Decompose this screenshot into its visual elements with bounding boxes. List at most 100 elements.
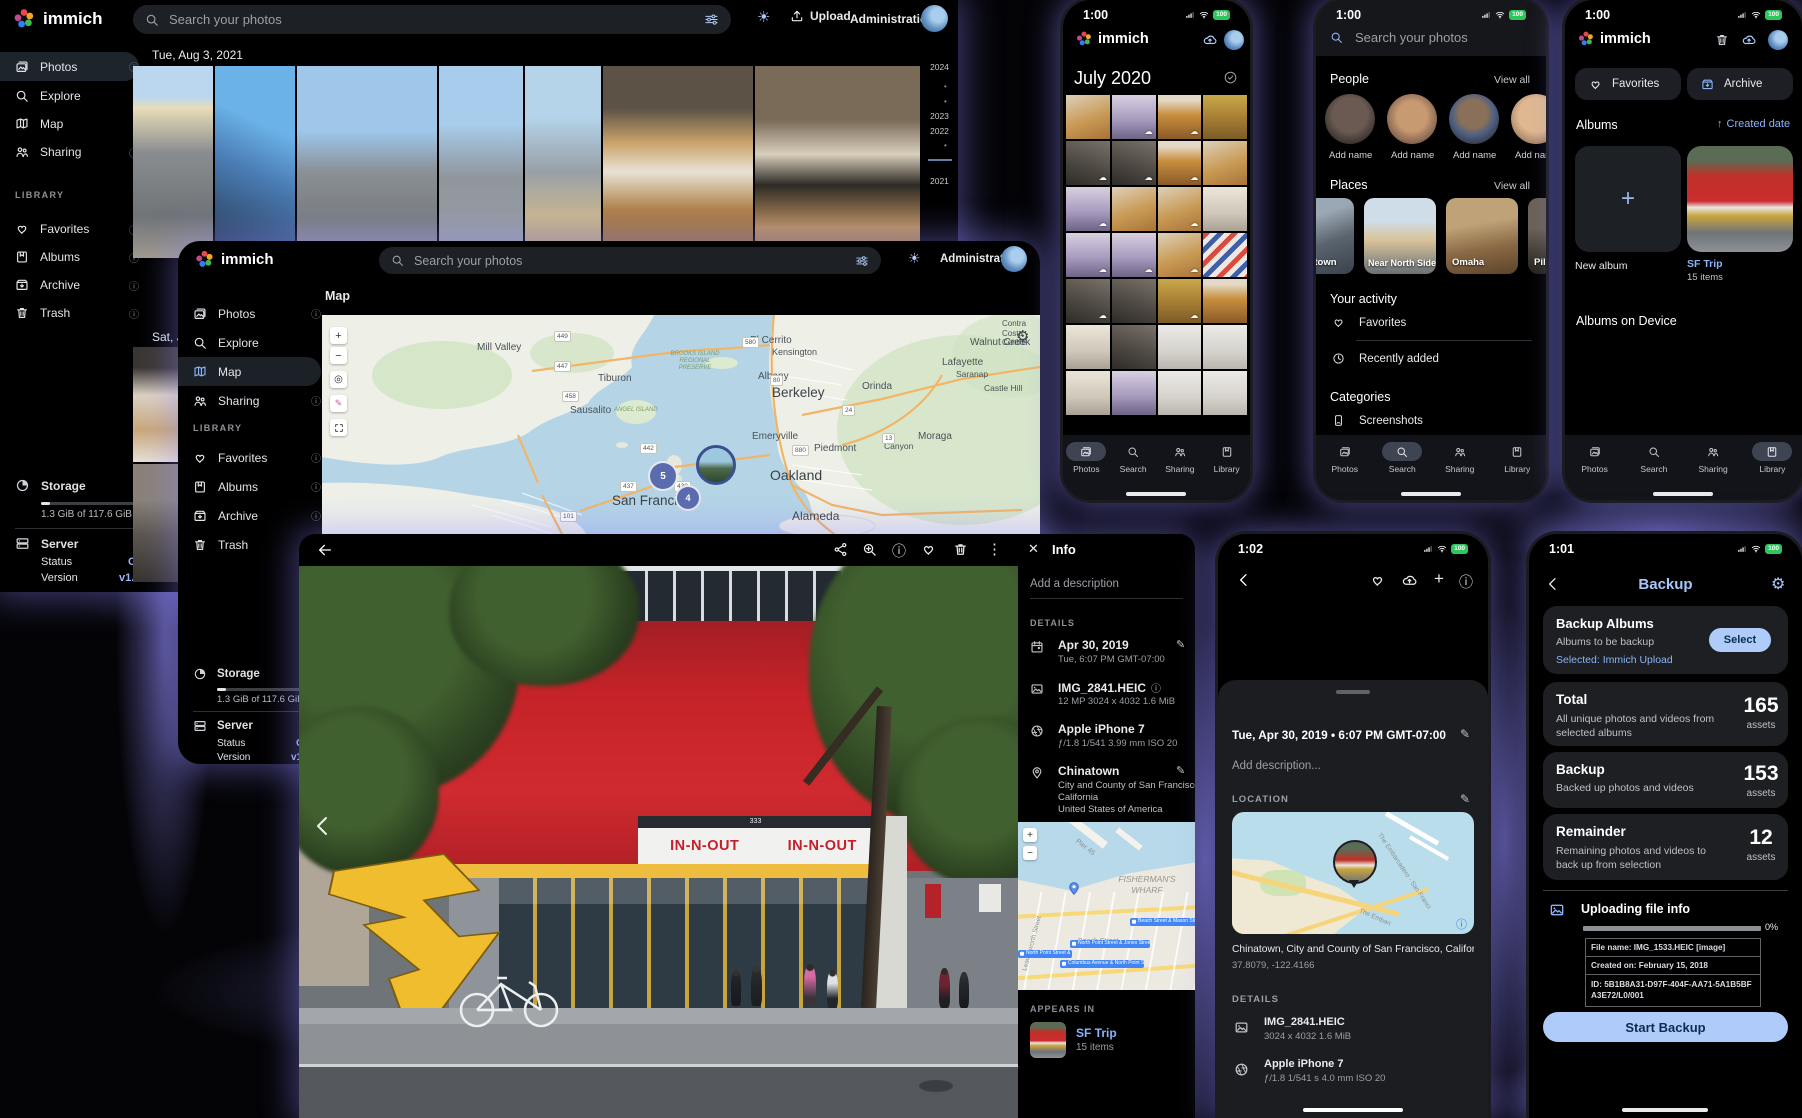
- favorite-heart-icon[interactable]: [921, 542, 936, 557]
- sidebar-item-map[interactable]: Map: [0, 110, 139, 138]
- back-chevron-icon[interactable]: [1236, 572, 1252, 588]
- info-circle-icon[interactable]: ⓘ: [311, 450, 321, 465]
- info-circle-icon[interactable]: ⓘ: [311, 306, 321, 321]
- location-mini-map[interactable]: Pier 45 FISHERMAN'S WHARF Beach Street L…: [1018, 822, 1195, 990]
- photo-thumbnail[interactable]: [755, 66, 920, 258]
- info-circle-icon[interactable]: ⓘ: [129, 278, 139, 293]
- map-photo-marker[interactable]: [696, 445, 736, 485]
- place-card[interactable]: Near North Side: [1364, 198, 1436, 274]
- map-cluster-marker[interactable]: 5: [648, 461, 678, 491]
- photo-thumbnail[interactable]: ☁: [1112, 233, 1156, 277]
- photo-thumbnail[interactable]: [525, 66, 601, 258]
- sidebar-item-explore[interactable]: Explore: [178, 328, 321, 357]
- sync-cloud-icon[interactable]: [1742, 33, 1756, 47]
- sidebar-item-archive[interactable]: Archive ⓘ: [0, 271, 139, 299]
- photo-thumbnail[interactable]: [1203, 279, 1247, 323]
- search-input[interactable]: Search your photos: [379, 247, 881, 274]
- photo-thumbnail[interactable]: ☁: [1158, 233, 1202, 277]
- nav-photos[interactable]: Photos: [1325, 442, 1365, 474]
- sidebar-item-archive[interactable]: Archive ⓘ: [178, 501, 321, 530]
- photo-thumbnail[interactable]: ☁: [1158, 187, 1202, 231]
- trash-icon[interactable]: [1715, 33, 1729, 47]
- photo-thumbnail[interactable]: ☁: [1158, 279, 1202, 323]
- new-album-card[interactable]: +: [1575, 146, 1681, 252]
- recently-added-row[interactable]: Recently added: [1332, 352, 1439, 365]
- photo-thumbnail[interactable]: [1203, 95, 1247, 139]
- album-link[interactable]: SF Trip: [1076, 1026, 1117, 1040]
- file-info-icon[interactable]: ⓘ: [1151, 680, 1161, 695]
- sheet-drag-handle[interactable]: [1336, 690, 1370, 694]
- photo-stage[interactable]: 333 IN-N-OUT IN-N-OUT: [299, 566, 1018, 1118]
- photo-thumbnail[interactable]: ☁: [1066, 279, 1110, 323]
- upload-cloud-icon[interactable]: [1402, 573, 1417, 588]
- nav-search[interactable]: Search: [1382, 442, 1422, 474]
- home-indicator[interactable]: [1622, 1108, 1708, 1112]
- nav-library[interactable]: Library: [1207, 442, 1247, 474]
- info-circle-icon[interactable]: ⓘ: [129, 306, 139, 321]
- sidebar-item-albums[interactable]: Albums ⓘ: [0, 243, 139, 271]
- sidebar-item-favorites[interactable]: Favorites ⓘ: [178, 443, 321, 472]
- home-indicator[interactable]: [1653, 492, 1713, 496]
- add-to-album-icon[interactable]: +: [1434, 569, 1444, 589]
- photo-thumbnail[interactable]: [603, 66, 753, 258]
- place-card[interactable]: Chinatown: [1316, 198, 1354, 274]
- photo-thumbnail[interactable]: ☁: [1066, 187, 1110, 231]
- info-icon[interactable]: ⓘ: [1459, 572, 1473, 592]
- person-avatar[interactable]: [1325, 94, 1375, 144]
- photo-thumbnail[interactable]: [1203, 141, 1247, 185]
- photo-thumbnail[interactable]: [1158, 371, 1202, 415]
- add-name-link[interactable]: Add name: [1515, 150, 1546, 161]
- photo-thumbnail[interactable]: ☁: [1066, 233, 1110, 277]
- info-circle-icon[interactable]: ⓘ: [311, 508, 321, 523]
- photo-thumbnail[interactable]: [1158, 325, 1202, 369]
- nav-sharing[interactable]: Sharing: [1693, 442, 1733, 474]
- scrubber-position-indicator[interactable]: [928, 159, 952, 161]
- sidebar-item-photos[interactable]: Photos ⓘ: [0, 52, 139, 81]
- album-card-sf-trip[interactable]: [1687, 146, 1793, 252]
- select-all-check-icon[interactable]: [1223, 70, 1238, 85]
- photo-thumbnail[interactable]: [297, 66, 437, 258]
- sidebar-item-explore[interactable]: Explore: [0, 82, 139, 110]
- search-input[interactable]: Search your photos: [1330, 30, 1468, 45]
- favorites-row[interactable]: Favorites: [1332, 316, 1406, 329]
- backup-settings-gear-icon[interactable]: ⚙: [1771, 574, 1785, 594]
- nav-library[interactable]: Library: [1752, 442, 1792, 474]
- home-indicator[interactable]: [1303, 1108, 1403, 1112]
- more-options-icon[interactable]: ⋮: [987, 540, 1002, 558]
- nav-photos[interactable]: Photos: [1066, 442, 1106, 474]
- albums-sort-button[interactable]: ↑ Created date: [1717, 118, 1790, 130]
- map-locate-button[interactable]: ◎: [330, 371, 347, 388]
- info-circle-icon[interactable]: ⓘ: [311, 479, 321, 494]
- place-card[interactable]: Pilsen: [1528, 198, 1546, 274]
- photo-thumbnail[interactable]: ☁: [1112, 141, 1156, 185]
- photo-thumbnail[interactable]: [1112, 325, 1156, 369]
- sidebar-item-photos[interactable]: Photos ⓘ: [178, 299, 321, 328]
- photo-thumbnail[interactable]: [1066, 95, 1110, 139]
- photo-thumbnail[interactable]: [1112, 187, 1156, 231]
- map-fullscreen-button[interactable]: [330, 419, 347, 436]
- sidebar-item-map-active[interactable]: Map: [178, 357, 321, 386]
- add-description-field[interactable]: Add description...: [1232, 760, 1321, 772]
- sync-cloud-icon[interactable]: [1203, 33, 1217, 47]
- home-indicator[interactable]: [1401, 492, 1461, 496]
- add-description-field[interactable]: Add a description: [1030, 578, 1119, 590]
- upload-button[interactable]: Upload: [790, 9, 851, 23]
- sidebar-item-favorites[interactable]: Favorites ⓘ: [0, 215, 139, 243]
- location-map-card[interactable]: The Embarcadero - San Francisco Ferry Bu…: [1232, 812, 1474, 934]
- close-info-icon[interactable]: ✕: [1028, 541, 1039, 557]
- archive-button[interactable]: Archive: [1687, 68, 1793, 100]
- back-icon[interactable]: [317, 542, 333, 558]
- photo-thumbnail[interactable]: ☁: [1158, 141, 1202, 185]
- mini-map-zoom-in[interactable]: +: [1023, 828, 1037, 842]
- photo-thumbnail[interactable]: ☁: [1066, 141, 1110, 185]
- scrubber-year[interactable]: 2024: [930, 62, 949, 72]
- favorites-button[interactable]: Favorites: [1575, 68, 1681, 100]
- map-cluster-marker[interactable]: 4: [675, 485, 701, 511]
- nav-search[interactable]: Search: [1634, 442, 1674, 474]
- photo-thumbnail[interactable]: [215, 66, 295, 258]
- sidebar-item-sharing[interactable]: Sharing ⓘ: [0, 138, 139, 166]
- info-icon[interactable]: ⓘ: [892, 541, 906, 561]
- user-avatar[interactable]: [1768, 30, 1788, 50]
- photo-thumbnail[interactable]: [1112, 279, 1156, 323]
- photo-thumbnail[interactable]: [1203, 371, 1247, 415]
